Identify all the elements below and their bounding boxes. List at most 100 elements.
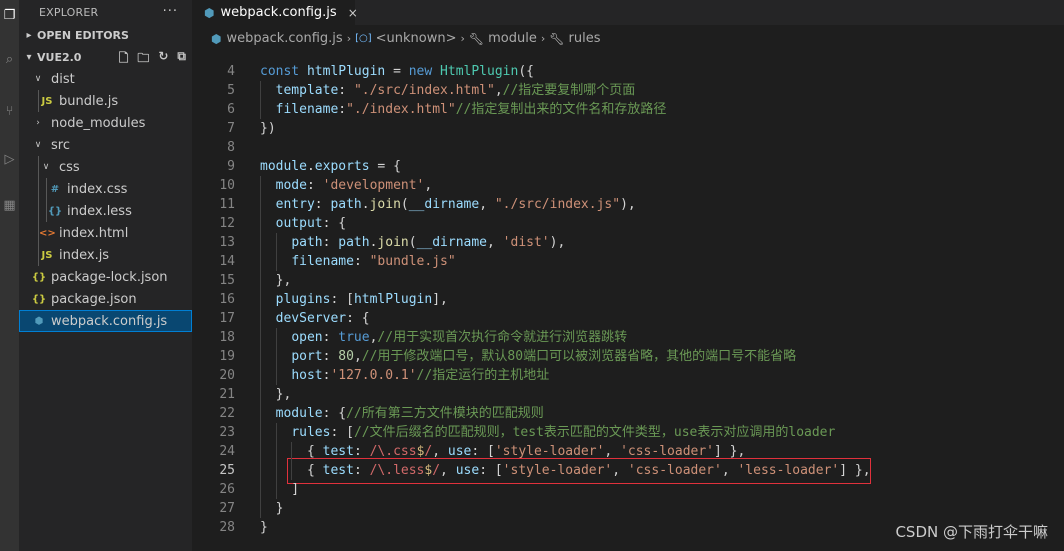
code-token: plugins xyxy=(275,292,331,307)
tree-item[interactable]: {} index.less xyxy=(19,200,192,222)
code-line: 11 entry: path.join(__dirname, "./src/in… xyxy=(192,195,1064,214)
workspace-label: VUE2.0 xyxy=(37,50,82,64)
tree-item[interactable]: JS index.js xyxy=(19,244,192,266)
code-token: module xyxy=(260,159,307,174)
tree-item[interactable]: ∨ css xyxy=(19,156,192,178)
line-number: 24 xyxy=(219,444,235,459)
code-token: //用于修改端口号，默认80端口可以被浏览器省略，其他的端口号不能省略 xyxy=(361,349,797,364)
tree-item[interactable]: {} package-lock.json xyxy=(19,266,192,288)
code-token: : xyxy=(322,349,339,364)
tab-webpack-config[interactable]: ⬢ webpack.config.js × xyxy=(192,0,358,25)
line-number: 7 xyxy=(227,121,235,136)
more-actions-icon[interactable]: ··· xyxy=(163,4,178,19)
new-folder-icon[interactable]: 🗀 xyxy=(137,49,149,70)
code-token: HtmlPlugin xyxy=(440,64,519,79)
code-token: 'dist' xyxy=(502,235,550,250)
new-file-icon[interactable]: 🗋 xyxy=(119,49,129,70)
indent-guide xyxy=(38,222,39,244)
chevron-down-icon: ∨ xyxy=(42,162,50,172)
files-icon[interactable]: ❐ xyxy=(0,2,19,28)
code-token: //用于实现首次执行命令就进行浏览器跳转 xyxy=(377,330,628,345)
line-number: 10 xyxy=(219,178,235,193)
code-line: 5 template: "./src/index.html",//指定要复制哪个… xyxy=(192,81,1064,100)
line-number: 9 xyxy=(227,159,235,174)
breadcrumb-unknown[interactable]: <unknown> xyxy=(376,31,457,46)
code-token: , xyxy=(721,463,738,478)
line-number: 14 xyxy=(219,254,235,269)
search-icon[interactable]: ⌕ xyxy=(0,46,19,72)
tree-item-label: css xyxy=(59,159,80,175)
line-number: 8 xyxy=(227,140,235,155)
code-line: 24 { test: /\.css$/, use: ['style-loader… xyxy=(192,442,1064,461)
code-line: 17 devServer: { xyxy=(192,309,1064,328)
breadcrumb-file[interactable]: webpack.config.js xyxy=(226,31,342,46)
collapse-all-icon[interactable]: ⧉ xyxy=(177,49,186,70)
code-line: 10 mode: 'development', xyxy=(192,176,1064,195)
refresh-icon[interactable]: ↻ xyxy=(158,49,168,70)
code-line: 9 module.exports = { xyxy=(192,157,1064,176)
tree-item[interactable]: <> index.html xyxy=(19,222,192,244)
code-line: 14 filename: "bundle.js" xyxy=(192,252,1064,271)
tree-item-label: index.html xyxy=(59,225,129,241)
code-token: }, xyxy=(260,273,292,288)
code-token: }, xyxy=(260,387,292,402)
tree-item-label: index.js xyxy=(59,247,110,263)
code-token: ( xyxy=(400,197,409,212)
code-token: : xyxy=(353,254,370,269)
code-token: host xyxy=(291,368,323,383)
editor-area: ⬢ webpack.config.js × ⬢ webpack.config.j… xyxy=(192,0,1064,551)
breadcrumb-rules[interactable]: rules xyxy=(569,31,601,46)
workspace-section[interactable]: ▾ VUE2.0 🗋 🗀 ↻ ⧉ xyxy=(19,46,192,68)
close-icon[interactable]: × xyxy=(348,6,358,20)
tree-item[interactable]: JS bundle.js xyxy=(19,90,192,112)
code-token: //文件后缀名的匹配规则，test表示匹配的文件类型，use表示对应调用的loa… xyxy=(353,425,836,440)
code-token: const xyxy=(260,64,307,79)
code-token: : xyxy=(353,444,370,459)
tree-item[interactable]: ∨ dist xyxy=(19,68,192,90)
tree-item[interactable]: ∨ src xyxy=(19,134,192,156)
breadcrumb: ⬢ webpack.config.js › [○] <unknown> › 🔧︎… xyxy=(192,25,1064,52)
tree-item[interactable]: › node_modules xyxy=(19,112,192,134)
code-text: devServer: { xyxy=(260,309,370,328)
code-text: } xyxy=(260,499,284,518)
code-token: __dirname xyxy=(416,235,488,250)
file-type-icon: {} xyxy=(31,271,47,283)
line-number: 19 xyxy=(219,349,235,364)
code-token: path xyxy=(338,235,370,250)
code-token: test xyxy=(322,444,354,459)
code-token: port xyxy=(291,349,323,364)
code-text: } xyxy=(260,518,268,537)
code-text: { test: /\.less$/, use: ['style-loader',… xyxy=(260,461,871,480)
tree-item[interactable]: {} package.json xyxy=(19,288,192,310)
tree-item[interactable]: ⬢ webpack.config.js xyxy=(19,310,192,332)
run-debug-icon[interactable]: ▷ xyxy=(0,146,19,172)
code-token: : xyxy=(353,463,370,478)
code-line: 16 plugins: [htmlPlugin], xyxy=(192,290,1064,309)
open-editors-section[interactable]: ▸ OPEN EDITORS xyxy=(19,24,192,46)
code-text: mode: 'development', xyxy=(260,176,433,195)
breadcrumb-module[interactable]: module xyxy=(488,31,537,46)
code-token: "./src/index.html" xyxy=(353,83,495,98)
code-editor[interactable]: 4 const htmlPlugin = new HtmlPlugin({5 te… xyxy=(192,58,1064,551)
watermark: CSDN @下雨打伞干嘛 xyxy=(895,523,1048,541)
file-type-icon: JS xyxy=(41,249,53,261)
source-control-icon[interactable]: ⑂ xyxy=(0,98,19,124)
tree-item[interactable]: # index.css xyxy=(19,178,192,200)
extensions-icon[interactable]: ▦ xyxy=(0,192,19,218)
code-token: join xyxy=(369,197,401,212)
code-token: : xyxy=(306,178,323,193)
code-line: 19 port: 80,//用于修改端口号，默认80端口可以被浏览器省略，其他的… xyxy=(192,347,1064,366)
code-token: "./index.html" xyxy=(346,102,456,117)
code-token: ] }, xyxy=(714,444,746,459)
code-token: , xyxy=(479,197,495,212)
code-token: ] xyxy=(260,482,300,497)
code-token: filename xyxy=(291,254,354,269)
line-number: 20 xyxy=(219,368,235,383)
file-type-icon: ⬢ xyxy=(34,315,44,327)
code-token: : [ xyxy=(471,444,495,459)
